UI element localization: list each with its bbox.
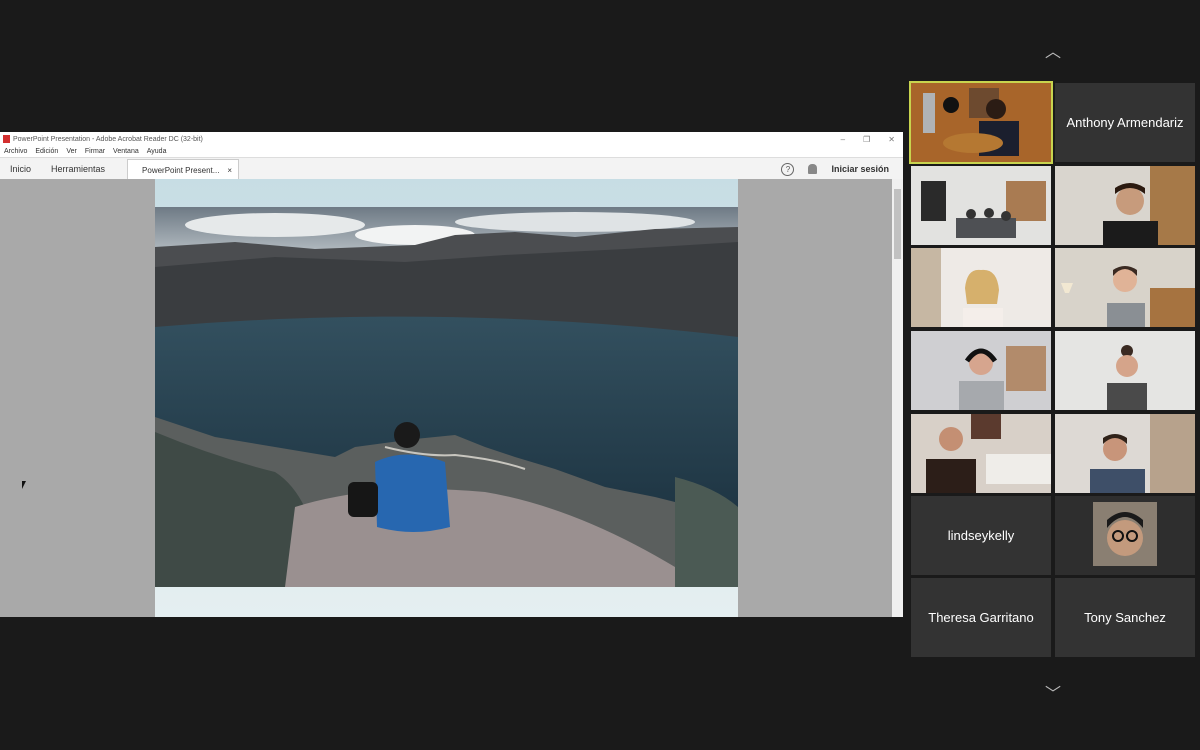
document-tab-label: PowerPoint Present... xyxy=(142,165,220,175)
participant-tile-woman-bun[interactable] xyxy=(1055,331,1195,410)
menu-archivo[interactable]: Archivo xyxy=(4,148,27,155)
participant-tile-group-room[interactable] xyxy=(911,166,1051,245)
window-title: PowerPoint Presentation - Adobe Acrobat … xyxy=(13,135,203,143)
participant-name-tile[interactable]: Theresa Garritano xyxy=(911,578,1051,657)
document-tab-close-icon[interactable]: × xyxy=(227,166,232,175)
participant-tile-man-thinking[interactable] xyxy=(1055,414,1195,493)
minimize-button[interactable]: – xyxy=(841,135,845,144)
menu-bar: Archivo Edición Ver Firmar Ventana Ayuda xyxy=(0,146,903,157)
menu-ayuda[interactable]: Ayuda xyxy=(147,148,167,155)
menu-ver[interactable]: Ver xyxy=(66,148,77,155)
document-tab[interactable]: PowerPoint Present... × xyxy=(127,159,240,180)
participant-tile-anthony-video[interactable] xyxy=(909,81,1053,164)
tab-inicio[interactable]: Inicio xyxy=(0,164,41,174)
bell-icon[interactable] xyxy=(808,164,818,174)
participant-tile-woman-lamp[interactable] xyxy=(1055,248,1195,327)
participant-tile-bearded-man[interactable] xyxy=(1055,166,1195,245)
menu-ventana[interactable]: Ventana xyxy=(113,148,139,155)
close-button[interactable]: ✕ xyxy=(888,135,895,144)
signin-button[interactable]: Iniciar sesión xyxy=(831,164,889,174)
help-icon[interactable]: ? xyxy=(781,162,795,176)
restore-button[interactable]: ❐ xyxy=(863,135,870,144)
document-area[interactable] xyxy=(0,179,892,617)
participant-tile-blonde-woman[interactable] xyxy=(911,248,1051,327)
menu-firmar[interactable]: Firmar xyxy=(85,148,105,155)
participant-tile-glasses-man[interactable] xyxy=(1055,496,1195,575)
participant-tile-woman-headphones[interactable] xyxy=(911,331,1051,410)
gallery-down-icon[interactable]: ﹀ xyxy=(1043,687,1063,703)
pdf-icon xyxy=(3,135,10,143)
title-bar: PowerPoint Presentation - Adobe Acrobat … xyxy=(0,132,903,146)
crater-lake-photo xyxy=(155,207,738,587)
toolbar: Inicio Herramientas PowerPoint Present..… xyxy=(0,157,903,181)
menu-edicion[interactable]: Edición xyxy=(35,148,58,155)
participant-name-tile[interactable]: Anthony Armendariz xyxy=(1055,83,1195,162)
scrollbar-thumb[interactable] xyxy=(894,189,901,259)
vertical-scrollbar[interactable] xyxy=(892,179,903,617)
shared-screen-window: PowerPoint Presentation - Adobe Acrobat … xyxy=(0,132,903,617)
gallery-up-icon[interactable]: ︿ xyxy=(1043,45,1063,61)
participant-name-tile[interactable]: lindseykelly xyxy=(911,496,1051,575)
tab-herramientas[interactable]: Herramientas xyxy=(41,164,115,174)
pdf-page xyxy=(155,179,738,617)
participant-tile-man-bed[interactable] xyxy=(911,414,1051,493)
participant-name-tile[interactable]: Tony Sanchez xyxy=(1055,578,1195,657)
mouse-cursor-icon xyxy=(22,481,26,489)
